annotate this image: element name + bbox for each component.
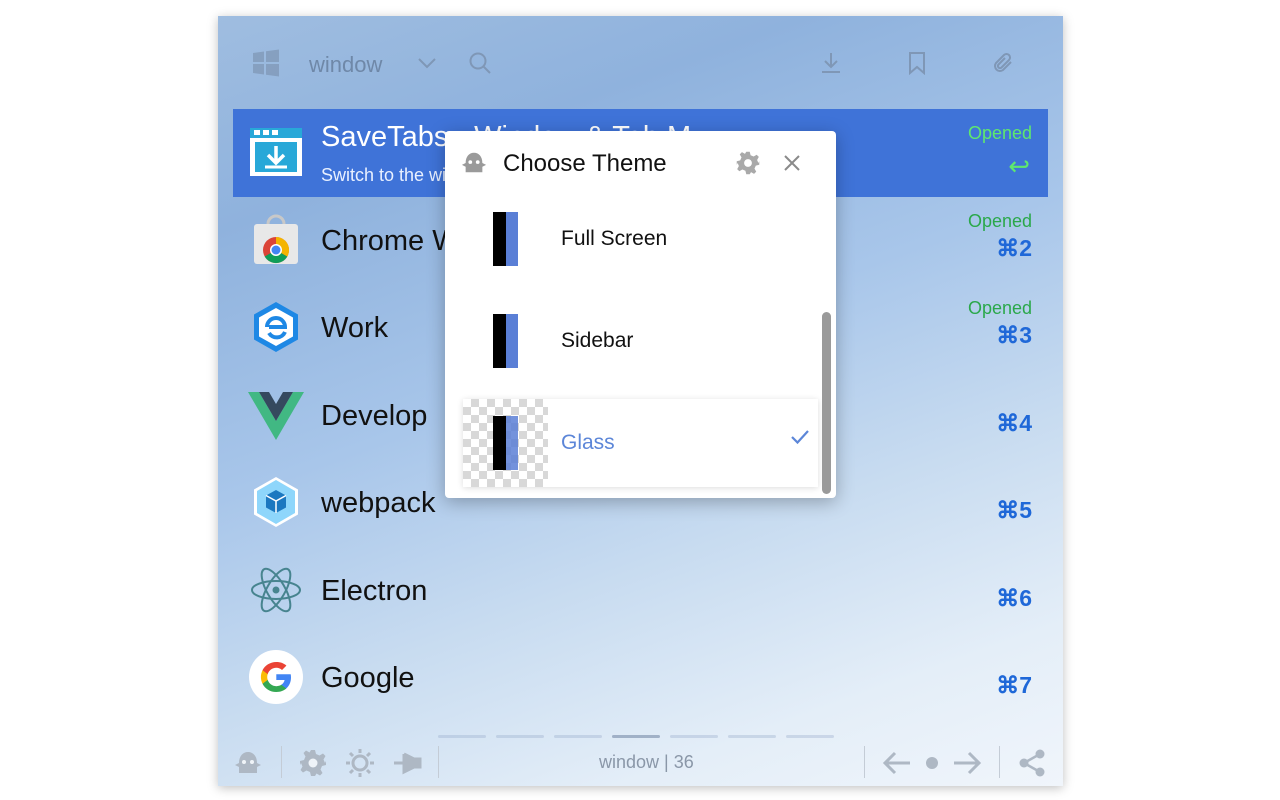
theme-label: Glass — [561, 431, 615, 454]
window-label[interactable]: window — [309, 52, 382, 78]
theme-option-glass[interactable]: Glass — [463, 399, 818, 487]
checkmark-icon — [790, 429, 810, 450]
shortcut-label: ⌘4 — [996, 409, 1032, 436]
download-icon[interactable] — [816, 48, 846, 78]
savetabs-icon — [248, 124, 304, 180]
list-item[interactable]: Google ⌘7 — [233, 634, 1048, 722]
ghost-icon — [460, 149, 488, 177]
item-title: webpack — [321, 487, 436, 519]
item-title: Develop — [321, 399, 428, 432]
footer-status: window | 36 — [599, 752, 694, 772]
item-title: Chrome W — [321, 224, 460, 257]
popup-header: Choose Theme — [445, 131, 836, 195]
status-badge: Opened — [967, 210, 1032, 231]
shortcut-label: ⌘2 — [996, 234, 1032, 261]
status-badge: Opened — [967, 298, 1032, 318]
item-title: Electron — [321, 574, 428, 607]
list-item[interactable]: Electron ⌘6 — [233, 547, 1048, 635]
enter-icon: ↩ — [1008, 151, 1030, 181]
theme-label: Sidebar — [561, 329, 634, 352]
bottom-bar: window | 36 — [218, 738, 1063, 786]
theme-thumbnail — [463, 399, 548, 487]
arrow-left-icon[interactable] — [880, 746, 914, 780]
gear-icon[interactable] — [296, 746, 330, 780]
chevron-down-icon[interactable] — [412, 48, 442, 78]
electron-icon — [248, 562, 304, 618]
item-title: Google — [321, 662, 415, 694]
popup-title: Choose Theme — [503, 150, 667, 177]
shortcut-label: ⌘3 — [996, 322, 1032, 348]
chrome-store-icon — [248, 212, 304, 268]
shortcut-label: ⌘5 — [996, 497, 1032, 523]
status-badge: Opened — [967, 123, 1032, 143]
shortcut-label: ⌘7 — [996, 672, 1032, 698]
arrow-right-icon[interactable] — [950, 746, 984, 780]
theme-label: Full Screen — [561, 227, 668, 250]
gear-icon[interactable] — [734, 149, 762, 177]
edge-icon — [248, 299, 304, 355]
paperclip-icon[interactable] — [988, 48, 1018, 78]
theme-thumbnail — [463, 195, 548, 283]
pin-icon[interactable] — [391, 746, 425, 780]
shortcut-label: ⌘6 — [996, 584, 1032, 611]
dot-icon[interactable] — [915, 746, 949, 780]
choose-theme-popup: Choose Theme Full Screen Sidebar Glass — [445, 131, 836, 498]
close-icon[interactable] — [778, 149, 806, 177]
google-icon — [248, 649, 304, 705]
search-icon[interactable] — [465, 48, 495, 78]
sun-icon[interactable] — [343, 746, 377, 780]
popup-scrollbar[interactable] — [822, 312, 831, 494]
ghost-icon[interactable] — [231, 746, 265, 780]
top-bar: window — [218, 16, 1063, 108]
theme-thumbnail — [463, 297, 548, 385]
theme-option-sidebar[interactable]: Sidebar — [463, 297, 818, 385]
windows-icon[interactable] — [251, 48, 281, 78]
webpack-icon — [248, 474, 304, 530]
share-icon[interactable] — [1015, 746, 1049, 780]
vue-icon — [248, 387, 304, 443]
theme-option-full-screen[interactable]: Full Screen — [463, 195, 818, 283]
bookmark-icon[interactable] — [902, 48, 932, 78]
item-title: Work — [321, 312, 389, 344]
